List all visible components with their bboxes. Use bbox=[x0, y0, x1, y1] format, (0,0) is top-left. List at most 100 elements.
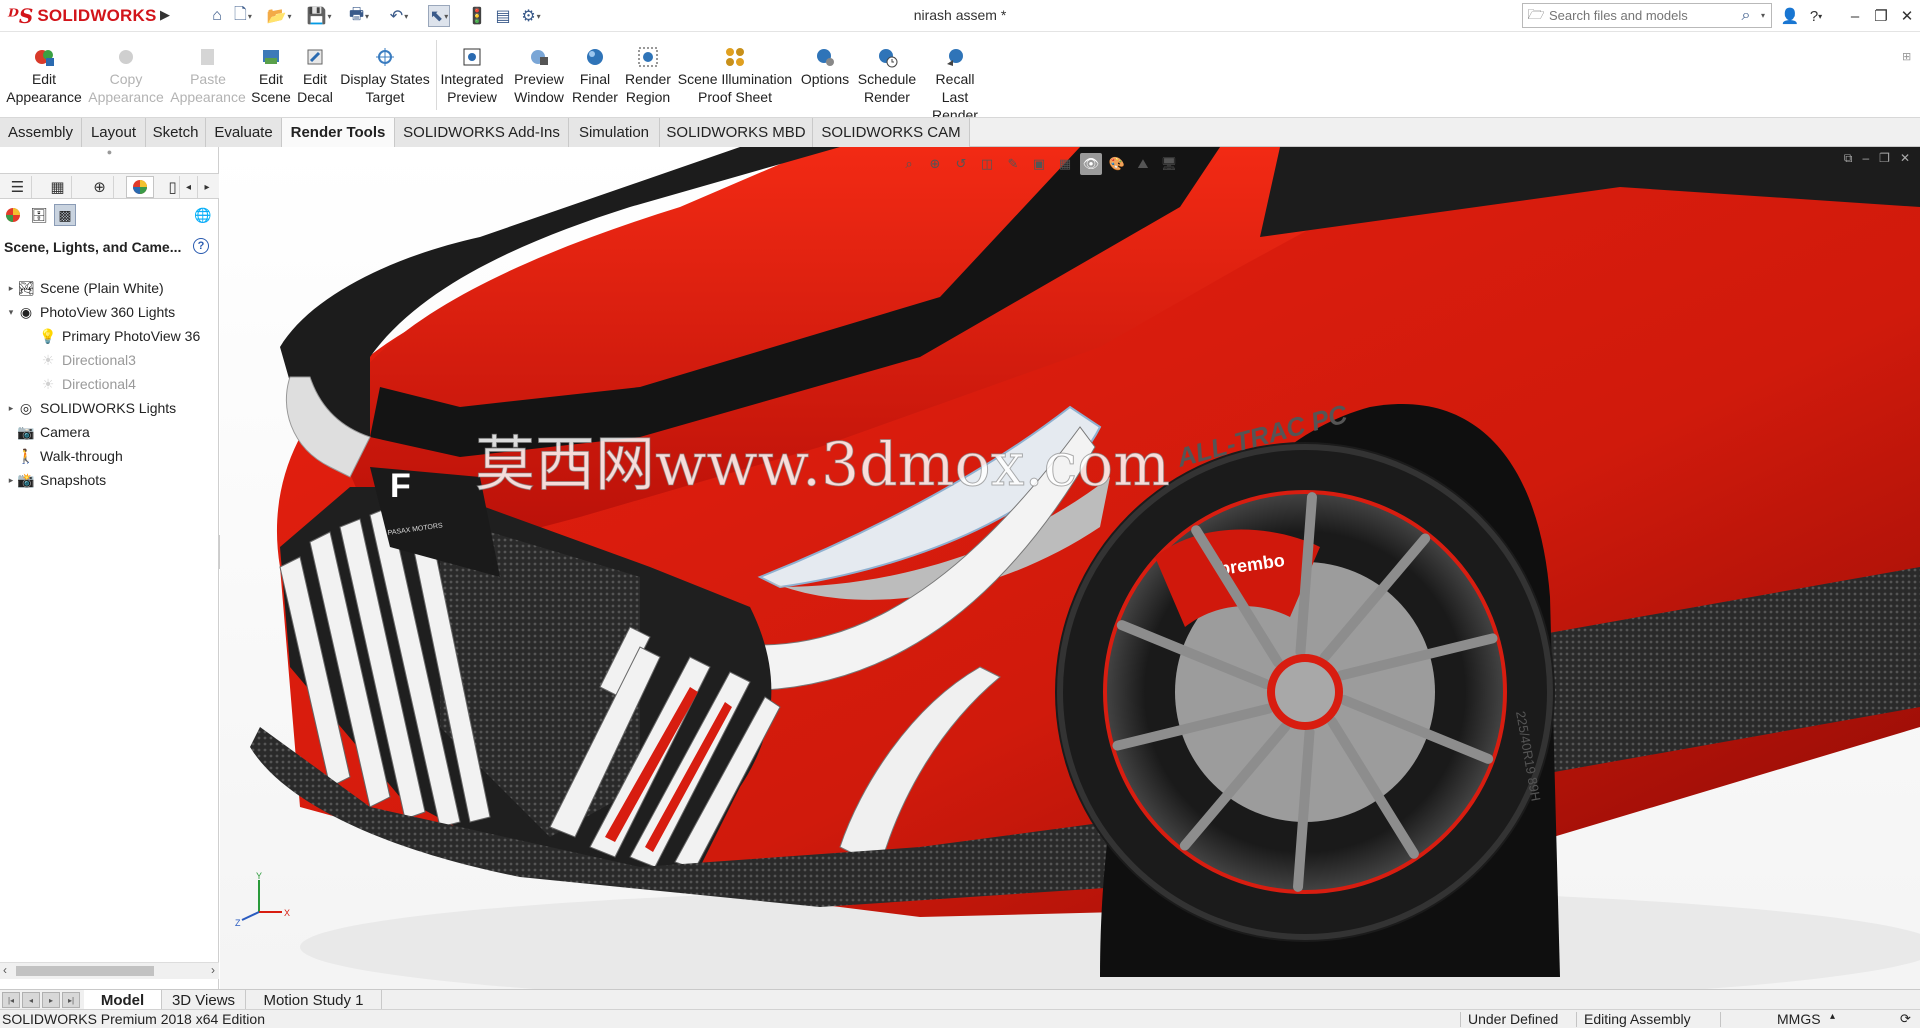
decals-view-icon[interactable]: 🗄 bbox=[28, 204, 50, 226]
search-input[interactable] bbox=[1549, 5, 1731, 26]
previous-view-icon[interactable]: ↺ bbox=[950, 153, 972, 175]
more-tabs-icon[interactable]: ▯ bbox=[166, 176, 180, 198]
ribbon-pin-icon[interactable]: ⊞ bbox=[1902, 50, 1916, 90]
tab-motion-study-1[interactable]: Motion Study 1 bbox=[246, 990, 382, 1010]
tab-layout[interactable]: Layout bbox=[82, 118, 146, 147]
tab-solidworks-cam[interactable]: SOLIDWORKS CAM bbox=[813, 118, 970, 147]
viewport-restore-icon[interactable]: ❐ bbox=[1879, 151, 1890, 166]
tab-solidworks-add-ins[interactable]: SOLIDWORKS Add-Ins bbox=[395, 118, 569, 147]
scroll-right-icon[interactable]: › bbox=[211, 963, 215, 977]
search-box[interactable]: 🗁 ⌕ ▾ bbox=[1522, 3, 1772, 28]
search-scope-icon[interactable]: 🗁 bbox=[1523, 4, 1549, 28]
scrollbar-thumb[interactable] bbox=[16, 966, 154, 976]
apply-scene-icon[interactable]: ⛰ bbox=[1132, 153, 1154, 175]
tab-assembly[interactable]: Assembly bbox=[0, 118, 82, 147]
scene-lights-cameras-view-icon[interactable]: ▩ bbox=[54, 204, 76, 226]
file-properties-icon[interactable]: ▤ bbox=[492, 5, 514, 27]
section-view-icon[interactable]: ◫ bbox=[976, 153, 998, 175]
user-icon[interactable]: 👤 bbox=[1778, 4, 1802, 28]
zoom-to-fit-icon[interactable]: ⌕ bbox=[898, 153, 920, 175]
tab-render-tools[interactable]: Render Tools bbox=[282, 118, 395, 147]
tab-scroll-left-icon[interactable]: ◂ bbox=[180, 176, 198, 198]
render-region-button[interactable]: Render Region bbox=[622, 46, 674, 106]
final-render-button[interactable]: Final Render bbox=[572, 46, 618, 106]
next-tab-icon[interactable]: ▸ bbox=[42, 992, 60, 1008]
tree-item[interactable]: ☀ Directional4 bbox=[0, 372, 219, 396]
edit-scene-button[interactable]: Edit Scene bbox=[250, 46, 292, 106]
tree-item[interactable]: ☀ Directional3 bbox=[0, 348, 219, 372]
recall-last-render-button[interactable]: Recall Last Render bbox=[922, 46, 988, 124]
save-icon[interactable]: 💾 ▾ bbox=[307, 5, 332, 27]
search-icon[interactable]: ⌕ bbox=[1731, 7, 1761, 25]
configurationmanager-tab-icon[interactable]: ⊕ bbox=[86, 176, 114, 198]
scene-illumination-proof-sheet-button[interactable]: Scene Illumination Proof Sheet bbox=[676, 46, 794, 106]
search-dropdown-icon[interactable]: ▾ bbox=[1761, 11, 1771, 20]
tree-item[interactable]: 📷 Camera bbox=[0, 420, 219, 444]
tab-scroll-right-icon[interactable]: ▸ bbox=[198, 176, 216, 198]
integrated-preview-button[interactable]: Integrated Preview bbox=[438, 46, 506, 106]
hide-show-items-icon[interactable]: 👁 bbox=[1080, 153, 1102, 175]
select-icon[interactable]: ⬉ ▾ bbox=[428, 5, 450, 27]
restore-icon[interactable]: ❐ bbox=[1869, 4, 1893, 28]
edit-decal-button[interactable]: Edit Decal bbox=[294, 46, 336, 106]
view-orientation-icon[interactable]: ▣ bbox=[1028, 153, 1050, 175]
expand-toggle-icon[interactable]: ▸ bbox=[6, 283, 16, 294]
edit-appearance-hud-icon[interactable]: 🎨 bbox=[1106, 153, 1128, 175]
prev-tab-icon[interactable]: ◂ bbox=[22, 992, 40, 1008]
close-icon[interactable]: ✕ bbox=[1895, 4, 1919, 28]
tab-simulation[interactable]: Simulation bbox=[569, 118, 660, 147]
preview-window-button[interactable]: Preview Window bbox=[508, 46, 570, 106]
scroll-left-icon[interactable]: ‹ bbox=[3, 963, 7, 977]
print-icon[interactable]: 🖶 ▾ bbox=[348, 5, 370, 27]
appearances-view-icon[interactable] bbox=[2, 204, 24, 226]
menu-expand-arrow-icon[interactable]: ▶ bbox=[160, 7, 170, 25]
graphics-area[interactable]: F PASAX MOTORS ALL-TRAC PC 225/40R19 89H… bbox=[220, 147, 1920, 989]
new-document-icon[interactable]: 🗋 ▾ bbox=[232, 5, 254, 27]
viewport-close-icon[interactable]: ✕ bbox=[1900, 151, 1910, 166]
viewport-minimize-icon[interactable]: – bbox=[1862, 151, 1869, 166]
undo-icon[interactable]: ↶ ▾ bbox=[388, 5, 410, 27]
expand-toggle-icon[interactable]: ▸ bbox=[6, 475, 16, 486]
rebuild-status-icon[interactable]: ⟳ bbox=[1900, 1011, 1911, 1027]
expand-toggle-icon[interactable]: ▸ bbox=[6, 403, 16, 414]
viewport-tile-icon[interactable]: ⧉ bbox=[1844, 151, 1853, 166]
tree-item[interactable]: 🚶 Walk-through bbox=[0, 444, 219, 468]
unit-system[interactable]: MMGS bbox=[1777, 1011, 1821, 1027]
tree-item[interactable]: ▸ ◎ SOLIDWORKS Lights bbox=[0, 396, 219, 420]
display-states-target-button[interactable]: Display States Target bbox=[340, 46, 430, 106]
render-settings-icon[interactable]: 🌐 bbox=[192, 204, 214, 226]
featuremanager-tab-icon[interactable]: ☰ bbox=[4, 176, 32, 198]
tab-solidworks-mbd[interactable]: SOLIDWORKS MBD bbox=[660, 118, 813, 147]
open-icon[interactable]: 📂 ▾ bbox=[267, 5, 292, 27]
minimize-icon[interactable]: – bbox=[1843, 4, 1867, 28]
copy-appearance-button[interactable]: Copy Appearance bbox=[88, 46, 164, 106]
view-settings-icon[interactable]: 🖥 bbox=[1158, 153, 1180, 175]
units-menu-arrow-icon[interactable]: ▴ bbox=[1830, 1011, 1835, 1022]
options-button[interactable]: Options bbox=[798, 46, 852, 88]
edit-appearance-button[interactable]: Edit Appearance bbox=[6, 46, 82, 106]
tree-item[interactable]: 💡 Primary PhotoView 36 bbox=[0, 324, 219, 348]
rebuild-icon[interactable]: 🚦 bbox=[466, 5, 488, 27]
display-style-icon[interactable]: ▦ bbox=[1054, 153, 1076, 175]
tree-item[interactable]: ▸ 🏞 Scene (Plain White) bbox=[0, 276, 219, 300]
expand-toggle-icon[interactable]: ▾ bbox=[6, 307, 16, 318]
last-tab-icon[interactable]: ▸| bbox=[62, 992, 80, 1008]
help-icon[interactable]: ? bbox=[193, 238, 209, 254]
displaymanager-tab-icon[interactable] bbox=[126, 176, 154, 198]
tree-item[interactable]: ▸ 📸 Snapshots bbox=[0, 468, 219, 492]
tab-3d-views[interactable]: 3D Views bbox=[162, 990, 246, 1010]
first-tab-icon[interactable]: |◂ bbox=[2, 992, 20, 1008]
propertymanager-tab-icon[interactable]: ▦ bbox=[44, 176, 72, 198]
zoom-to-area-icon[interactable]: ⊕ bbox=[924, 153, 946, 175]
home-icon[interactable]: ⌂ bbox=[206, 5, 228, 27]
solidworks-logo[interactable]: ᴰS SOLIDWORKS bbox=[8, 3, 156, 29]
paste-appearance-button[interactable]: Paste Appearance bbox=[170, 46, 246, 106]
pane-grip-icon[interactable]: ● bbox=[0, 147, 219, 161]
help-icon[interactable]: ? ▾ bbox=[1804, 4, 1828, 28]
horizontal-scrollbar[interactable]: ‹ › bbox=[0, 962, 219, 979]
schedule-render-button[interactable]: Schedule Render bbox=[856, 46, 918, 106]
tab-model[interactable]: Model bbox=[84, 990, 162, 1010]
dynamic-annotation-icon[interactable]: ✎ bbox=[1002, 153, 1024, 175]
tree-item[interactable]: ▾ ◉ PhotoView 360 Lights bbox=[0, 300, 219, 324]
tab-evaluate[interactable]: Evaluate bbox=[206, 118, 282, 147]
